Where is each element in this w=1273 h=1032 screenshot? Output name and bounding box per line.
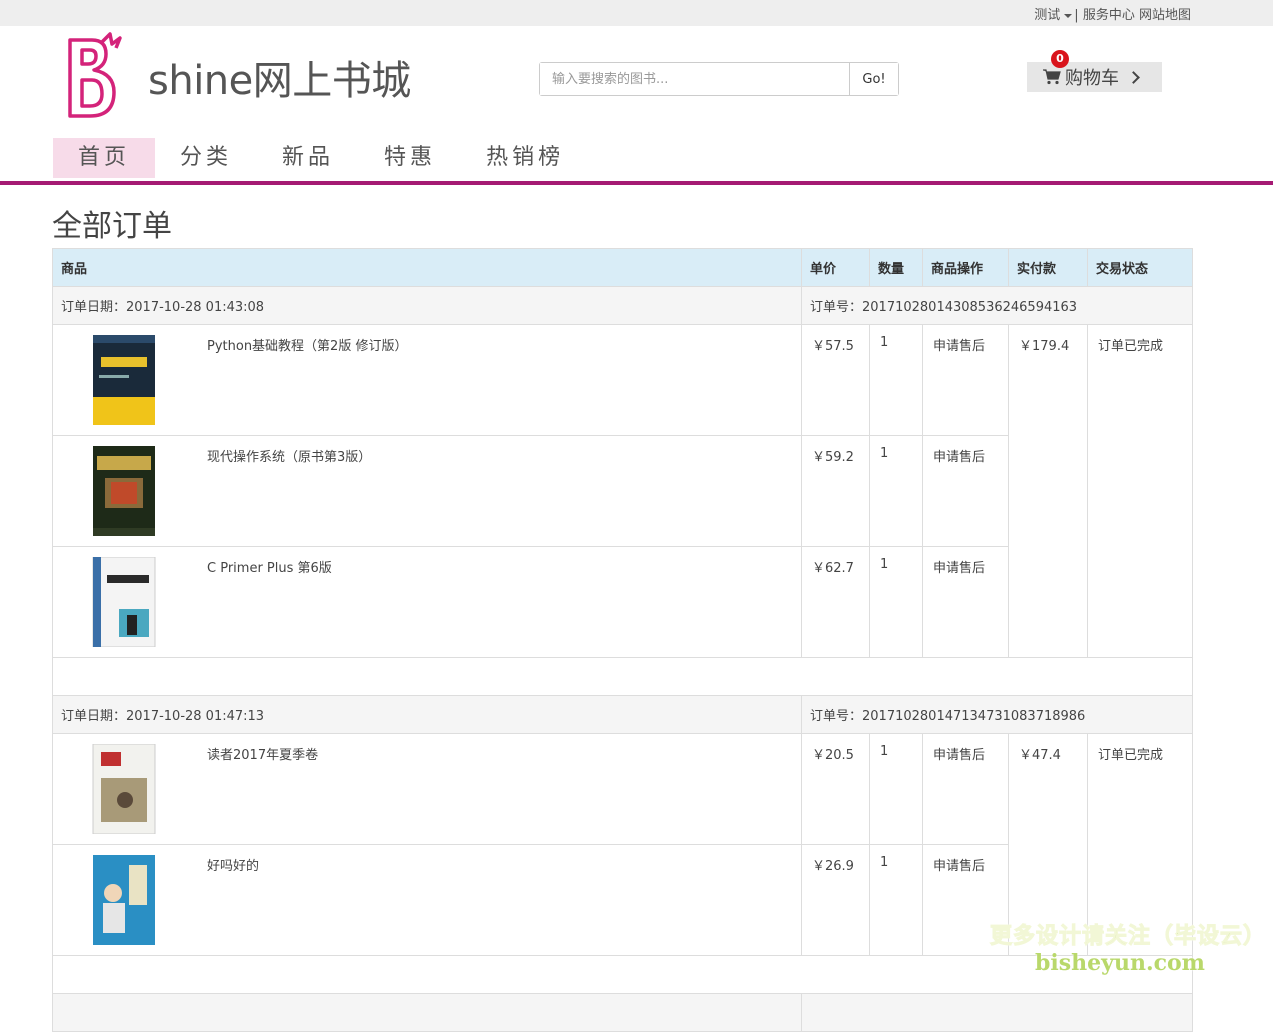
cart-icon [1043,69,1061,85]
item-price: ￥20.5 [801,733,870,845]
after-sale-link[interactable]: 申请售后 [922,733,1009,845]
order-number: 订单号：20171028014713473108371898​6 [801,695,1193,734]
search-input[interactable] [540,63,850,95]
order-status: 订单已完成 [1087,324,1193,658]
top-links: 测试 | 服务中心 网站地图 [1034,4,1191,23]
order-spacer-row [52,955,1193,994]
col-qty: 数量 [869,248,923,287]
cart-count-badge: 0 [1051,50,1069,68]
site-title[interactable]: shine网上书城 [148,48,411,106]
col-status: 交易状态 [1087,248,1193,287]
order-date: 订单日期：2017-10-28 01:47:13 [52,695,802,734]
product-cell: 读者2017年夏季卷 [52,733,802,845]
col-product: 商品 [52,248,802,287]
item-qty: 1 [869,546,923,658]
product-cell: 好吗好的 [52,844,802,956]
product-name[interactable]: 好吗好的 [207,855,259,945]
main-nav: 首页 分类 新品 特惠 热销榜 [53,138,589,178]
nav-home[interactable]: 首页 [53,138,156,178]
table-header-row: 商品 单价 数量 商品操作 实付款 交易状态 [52,248,1193,287]
links-separator: | [1074,8,1079,23]
spacer-cell [52,657,1193,696]
python-book-cover-icon[interactable] [89,335,157,425]
order-item-row: 读者2017年夏季卷 ￥20.5 1 申请售后 ￥47.4 订单已完成 [52,733,1193,956]
service-center-link[interactable]: 服务中心 [1083,8,1135,23]
c-primer-book-cover-icon[interactable] [89,557,157,647]
after-sale-link[interactable]: 申请售后 [922,844,1009,956]
os-book-cover-icon[interactable] [89,446,157,536]
product-name[interactable]: 现代操作系统（原书第3版） [207,446,371,536]
order-spacer-row [52,657,1193,696]
item-price: ￥57.5 [801,324,870,436]
orders-table: 商品 单价 数量 商品操作 实付款 交易状态 订单日期：2017-10-28 0… [52,248,1193,1032]
product-cell: 现代操作系统（原书第3版） [52,435,802,547]
top-bar: 测试 | 服务中心 网站地图 [0,0,1273,26]
item-qty: 1 [869,844,923,956]
search-button[interactable]: Go! [850,63,898,95]
order-number [801,993,1193,1032]
order-date [52,993,802,1032]
nav-category[interactable]: 分类 [155,138,257,178]
order-number: 订单号：20171028014308536246594163 [801,286,1193,325]
after-sale-link[interactable]: 申请售后 [922,324,1009,436]
item-price: ￥59.2 [801,435,870,547]
cart-label: 购物车 [1065,68,1119,89]
order-date: 订单日期：2017-10-28 01:43:08 [52,286,802,325]
shine-logo-icon[interactable] [62,32,128,120]
item-qty: 1 [869,435,923,547]
order-header-row: 订单日期：2017-10-28 01:43:08 订单号：20171028014… [52,286,1193,325]
order-paid: ￥47.4 [1008,733,1088,956]
order-item-row: Python基础教程（第2版 修订版） ￥57.5 1 申请售后 ￥179.4 … [52,324,1193,658]
order-status: 订单已完成 [1087,733,1193,956]
haomahaode-book-cover-icon[interactable] [89,855,157,945]
page-title: 全部订单 [52,209,172,244]
nav-bestseller[interactable]: 热销榜 [461,138,589,178]
col-action: 商品操作 [922,248,1009,287]
product-cell: Python基础教程（第2版 修订版） [52,324,802,436]
nav-divider [0,181,1273,185]
item-qty: 1 [869,733,923,845]
order-paid: ￥179.4 [1008,324,1088,658]
product-name[interactable]: Python基础教程（第2版 修订版） [207,335,407,425]
item-price: ￥62.7 [801,546,870,658]
search-box: Go! [539,62,899,96]
cart-button[interactable]: 0 购物车 [1027,50,1162,92]
user-menu[interactable]: 测试 [1034,8,1074,23]
after-sale-link[interactable]: 申请售后 [922,546,1009,658]
after-sale-link[interactable]: 申请售后 [922,435,1009,547]
duzhe-book-cover-icon[interactable] [89,744,157,834]
order-header-row: 订单日期：2017-10-28 01:47:13 订单号：20171028014… [52,695,1193,734]
col-price: 单价 [801,248,870,287]
item-qty: 1 [869,324,923,436]
caret-down-icon [1064,13,1073,18]
nav-new[interactable]: 新品 [257,138,359,178]
chevron-right-icon [1127,70,1140,84]
col-paid: 实付款 [1008,248,1088,287]
order-header-row [52,993,1193,1032]
sitemap-link[interactable]: 网站地图 [1139,8,1191,23]
nav-sale[interactable]: 特惠 [359,138,461,178]
user-name: 测试 [1034,8,1061,23]
product-name[interactable]: 读者2017年夏季卷 [207,744,318,834]
product-name[interactable]: C Primer Plus 第6版 [207,557,332,647]
product-cell: C Primer Plus 第6版 [52,546,802,658]
spacer-cell [52,955,1193,994]
item-price: ￥26.9 [801,844,870,956]
